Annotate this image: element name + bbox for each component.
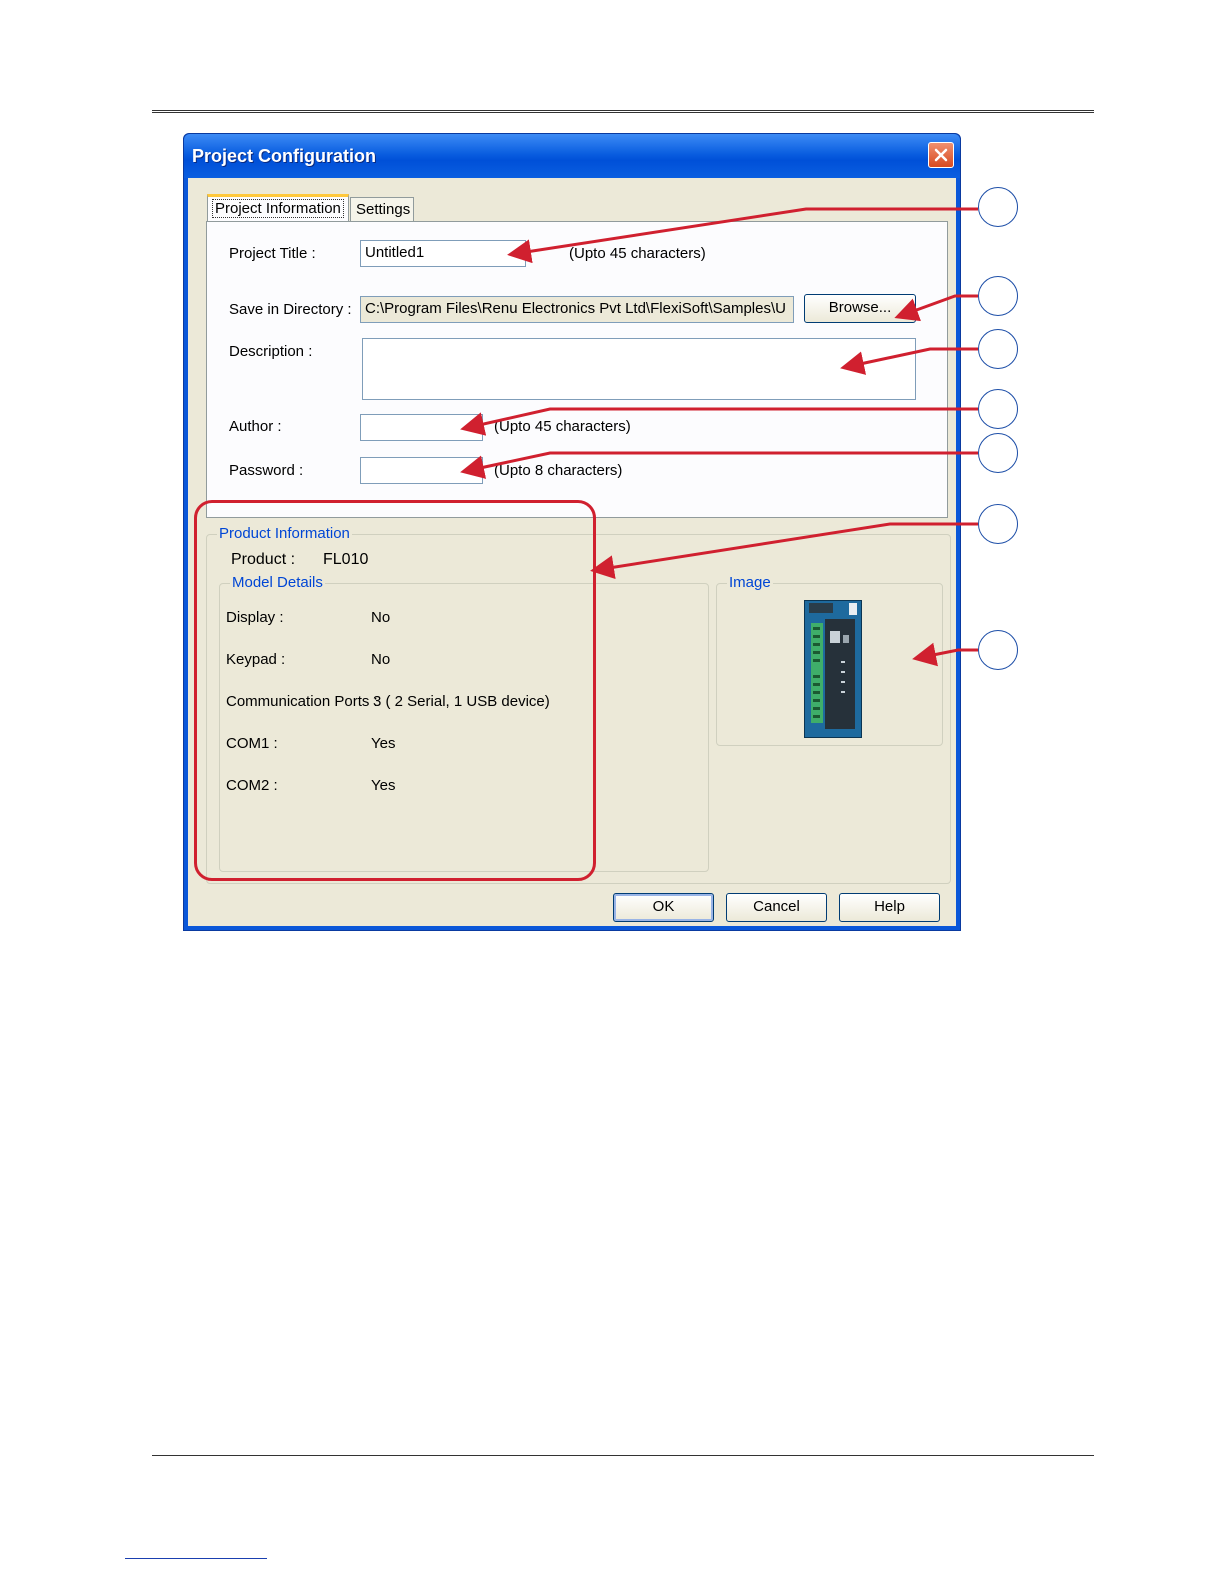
annotation-arrows xyxy=(460,207,978,667)
annotation-marker-3 xyxy=(978,329,1018,369)
tab-project-information[interactable]: Project Information xyxy=(207,194,349,221)
footer-rule xyxy=(152,1455,1094,1456)
annotation-marker-1 xyxy=(978,187,1018,227)
annotation-marker-5 xyxy=(978,433,1018,473)
tab-project-information-label: Project Information xyxy=(212,199,344,218)
annotation-marker-6 xyxy=(978,504,1018,544)
annotation-marker-7 xyxy=(978,630,1018,670)
footer-link-underline xyxy=(125,1558,267,1559)
annotation-marker-2 xyxy=(978,276,1018,316)
annotation-marker-4 xyxy=(978,389,1018,429)
